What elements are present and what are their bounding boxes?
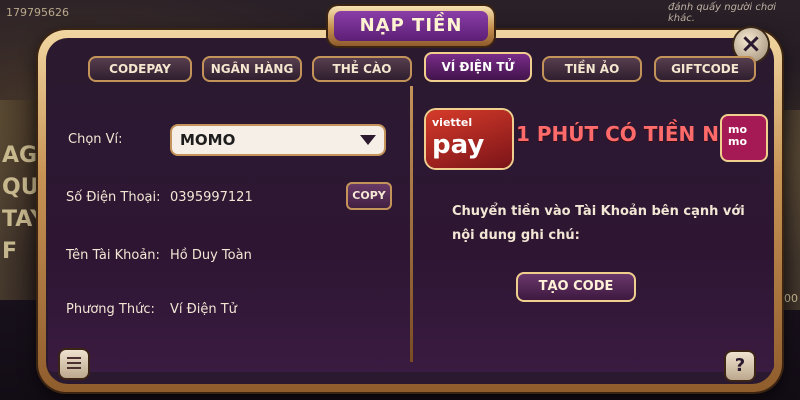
- content-divider: [410, 86, 413, 362]
- close-icon: ×: [740, 29, 762, 59]
- viettelpay-logo-small: viettel: [432, 116, 473, 129]
- account-value: Hồ Duy Toàn: [170, 248, 252, 263]
- method-label: Phương Thức:: [66, 302, 155, 317]
- dialog-title: NẠP TIỀN: [334, 11, 488, 41]
- promo-banner: viettel pay 1 PHÚT CÓ TIỀN NGAY mo mo: [426, 100, 776, 178]
- tab-ngan-hang[interactable]: NGÂN HÀNG: [202, 56, 302, 82]
- viettelpay-logo-pay: pay: [432, 130, 485, 160]
- chevron-down-icon: [360, 135, 376, 145]
- phone-value: 0395997121: [170, 190, 253, 205]
- wallet-label: Chọn Ví:: [68, 132, 123, 147]
- create-code-button[interactable]: TẠO CODE: [516, 272, 636, 302]
- dialog-title-plate: NẠP TIỀN: [328, 6, 494, 46]
- tab-tien-ao[interactable]: TIỀN ẢO: [542, 56, 642, 82]
- background-chat-text: đánh quấy người chơi khác.: [668, 2, 777, 24]
- phone-label: Số Điện Thoại:: [66, 190, 161, 205]
- tab-the-cao[interactable]: THẺ CÀO: [312, 56, 412, 82]
- copy-button[interactable]: COPY: [346, 182, 392, 210]
- method-value: Ví Điện Tử: [170, 302, 237, 317]
- list-lines-icon: [67, 357, 81, 359]
- account-label: Tên Tài Khoản:: [66, 248, 160, 263]
- tab-giftcode[interactable]: GIFTCODE: [654, 56, 756, 82]
- wallet-select[interactable]: MOMO: [172, 126, 384, 154]
- momo-logo-text: mo mo: [728, 123, 748, 148]
- transfer-instructions: Chuyển tiền vào Tài Khoản bên cạnh với n…: [452, 204, 745, 243]
- momo-logo: mo mo: [722, 116, 766, 160]
- tab-vi-dien-tu[interactable]: VÍ ĐIỆN TỬ: [424, 52, 532, 82]
- help-button[interactable]: ?: [726, 352, 754, 380]
- viettelpay-logo: viettel pay: [426, 110, 512, 168]
- tab-codepay[interactable]: CODEPAY: [88, 56, 192, 82]
- background-id-text: 179795626: [6, 6, 69, 19]
- wallet-select-value: MOMO: [180, 131, 236, 149]
- history-icon[interactable]: [60, 350, 88, 378]
